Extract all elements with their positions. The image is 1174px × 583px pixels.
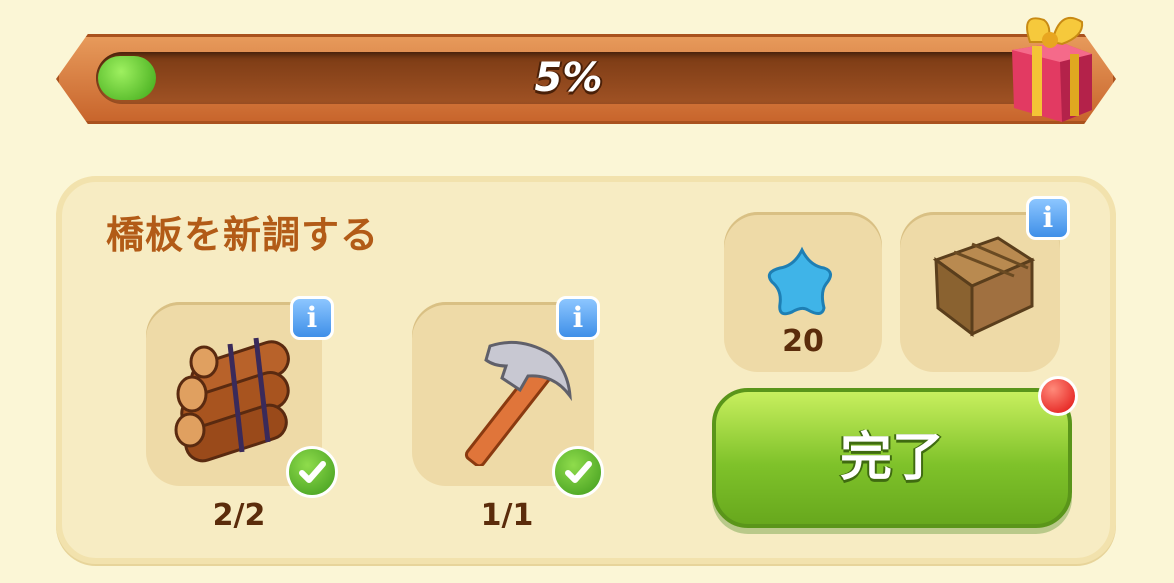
log-bundle-icon xyxy=(174,337,290,463)
info-button-crate[interactable]: i xyxy=(1026,196,1070,240)
check-icon xyxy=(286,446,338,498)
task-title: 橋板を新調する xyxy=(106,213,380,257)
requirement-count-hammer: 1/1 xyxy=(480,498,534,533)
complete-button[interactable]: 完了 xyxy=(712,388,1072,528)
hammer-icon xyxy=(464,340,572,466)
reward-amount: 20 xyxy=(782,324,824,359)
blue-star-icon xyxy=(767,246,832,316)
requirement-count-logs: 2/2 xyxy=(212,498,266,533)
progress-percent: 5% xyxy=(534,55,603,101)
wooden-crate-icon xyxy=(932,236,1036,338)
info-button-logs[interactable]: i xyxy=(290,296,334,340)
notification-dot xyxy=(1038,376,1078,416)
progress-bar: 5% xyxy=(96,52,1041,104)
info-button-hammer[interactable]: i xyxy=(556,296,600,340)
reward-slot-star[interactable]: 20 xyxy=(724,212,882,372)
check-icon xyxy=(552,446,604,498)
gift-box-icon[interactable] xyxy=(1000,2,1098,122)
complete-button-label: 完了 xyxy=(839,428,944,488)
